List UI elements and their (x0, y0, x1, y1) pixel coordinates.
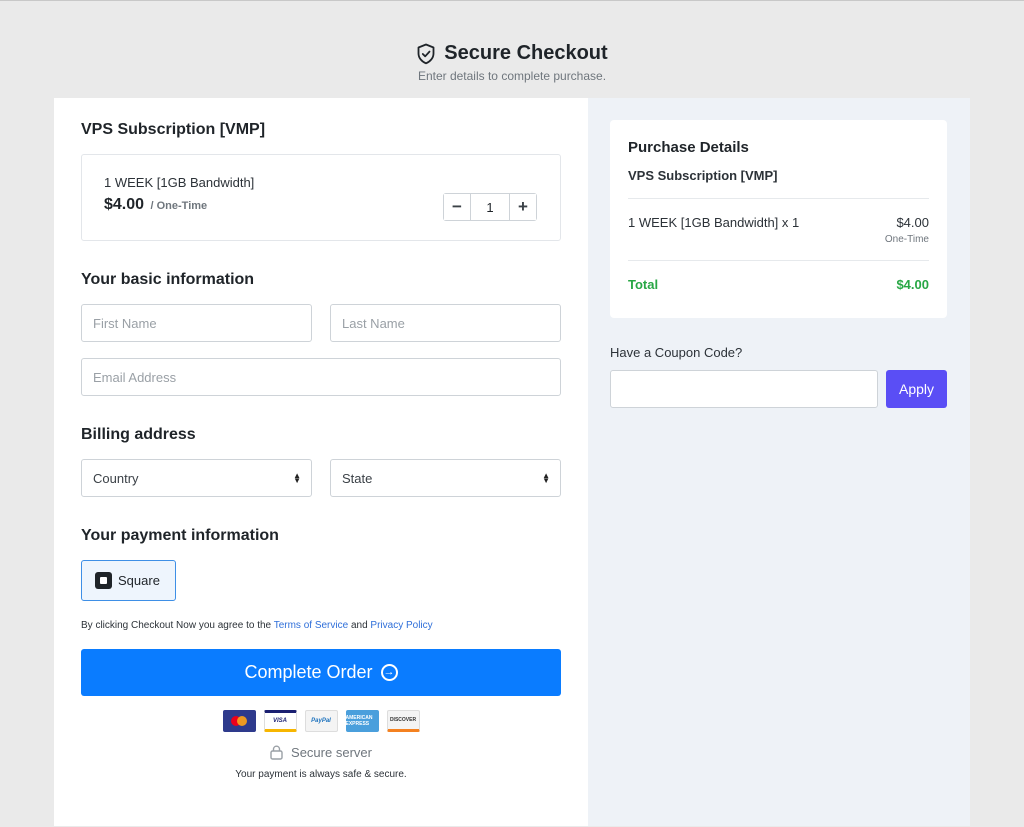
select-arrows-icon: ▲ ▼ (542, 471, 550, 485)
basic-info-heading: Your basic information (81, 271, 255, 288)
complete-order-button[interactable]: Complete Order → (81, 649, 561, 696)
line-item-price-value: $4.00 (896, 215, 929, 230)
safe-payment-text: Your payment is always safe & secure. (235, 769, 407, 780)
payment-method-label: Square (118, 573, 160, 588)
square-logo-icon (95, 572, 112, 589)
terms-and: and (348, 620, 371, 631)
state-select[interactable]: State ▲ ▼ (330, 459, 561, 497)
payment-heading: Your payment information (81, 527, 279, 544)
mastercard-logo-icon (222, 710, 256, 732)
purchase-details-box: Purchase Details VPS Subscription [VMP] … (610, 120, 947, 318)
checkout-card: VPS Subscription [VMP] 1 WEEK [1GB Bandw… (54, 98, 970, 826)
accepted-cards: VISA PayPal AMERICAN EXPRESS DISCOVER (81, 710, 561, 732)
visa-logo-icon: VISA (263, 710, 297, 732)
select-arrows-icon: ▲ ▼ (293, 471, 301, 485)
coupon-label: Have a Coupon Code? (610, 345, 743, 360)
checkout-header: Secure Checkout Enter details to complet… (0, 1, 1024, 83)
country-select-value: Country (93, 470, 139, 486)
amex-logo-icon: AMERICAN EXPRESS (345, 710, 379, 732)
line-item-name: 1 WEEK [1GB Bandwidth] x 1 (628, 215, 800, 230)
last-name-input[interactable] (330, 304, 561, 342)
billing-row: Country ▲ ▼ State ▲ ▼ (81, 459, 561, 497)
email-row (81, 358, 561, 396)
purchase-line-item: 1 WEEK [1GB Bandwidth] x 1 $4.00 One-Tim… (628, 199, 929, 261)
coupon-code-input[interactable] (610, 370, 878, 408)
product-heading: VPS Subscription [VMP] (81, 121, 266, 138)
quantity-increase-button[interactable]: + (510, 194, 536, 220)
payment-method-square[interactable]: Square (81, 560, 176, 601)
coupon-row: Apply (610, 370, 947, 408)
billing-heading: Billing address (81, 426, 196, 443)
purchase-details-title: Purchase Details (628, 139, 749, 156)
apply-coupon-button[interactable]: Apply (886, 370, 947, 408)
terms-of-service-link[interactable]: Terms of Service (274, 620, 348, 631)
order-summary-panel: Purchase Details VPS Subscription [VMP] … (588, 98, 970, 826)
total-label: Total (628, 277, 659, 292)
state-select-value: State (342, 470, 373, 486)
line-item-price: $4.00 One-Time (885, 215, 929, 245)
first-name-input[interactable] (81, 304, 312, 342)
checkout-form: VPS Subscription [VMP] 1 WEEK [1GB Bandw… (54, 98, 588, 826)
title-row: Secure Checkout (0, 42, 1024, 65)
arrow-circle-right-icon: → (380, 664, 398, 681)
terms-text: By clicking Checkout Now you agree to th… (81, 620, 561, 631)
quantity-value[interactable]: 1 (470, 194, 510, 220)
secure-server: Secure server (81, 745, 561, 760)
discover-logo-icon: DISCOVER (386, 710, 420, 732)
page-title: Secure Checkout (444, 42, 608, 64)
paypal-logo-icon: PayPal (304, 710, 338, 732)
page-subtitle: Enter details to complete purchase. (417, 69, 607, 83)
privacy-policy-link[interactable]: Privacy Policy (370, 620, 432, 631)
purchase-details-product: VPS Subscription [VMP] (628, 168, 929, 199)
product-option-box: 1 WEEK [1GB Bandwidth] $4.00 / One-Time … (81, 154, 561, 241)
secure-server-label: Secure server (291, 745, 372, 760)
country-select[interactable]: Country ▲ ▼ (81, 459, 312, 497)
product-price-value: $4.00 (104, 196, 145, 213)
quantity-decrease-button[interactable]: − (444, 194, 470, 220)
purchase-total: Total $4.00 (628, 261, 929, 292)
quantity-stepper: − 1 + (443, 193, 537, 221)
product-price-period: / One-Time (150, 200, 208, 212)
complete-order-label: Complete Order (244, 662, 373, 682)
name-row (81, 304, 561, 342)
line-item-period: One-Time (884, 234, 929, 245)
terms-prefix: By clicking Checkout Now you agree to th… (81, 620, 274, 631)
shield-check-icon (417, 43, 435, 64)
total-value: $4.00 (896, 277, 929, 292)
lock-icon (270, 745, 283, 760)
email-input[interactable] (81, 358, 561, 396)
product-option-name: 1 WEEK [1GB Bandwidth] (104, 175, 255, 190)
